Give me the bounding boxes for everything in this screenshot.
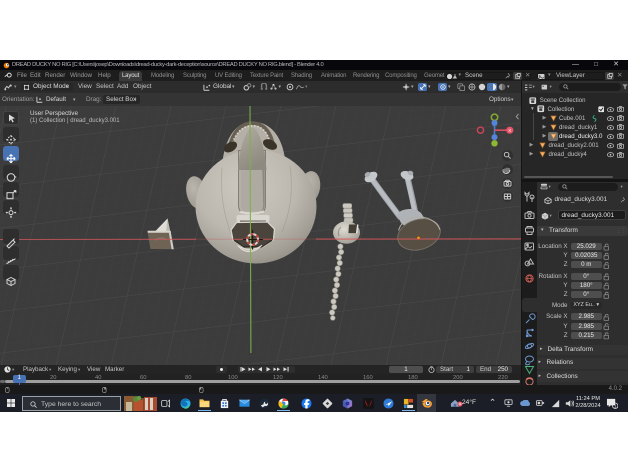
- svg-text:X: X: [508, 128, 511, 133]
- svg-text:1: 1: [614, 403, 617, 408]
